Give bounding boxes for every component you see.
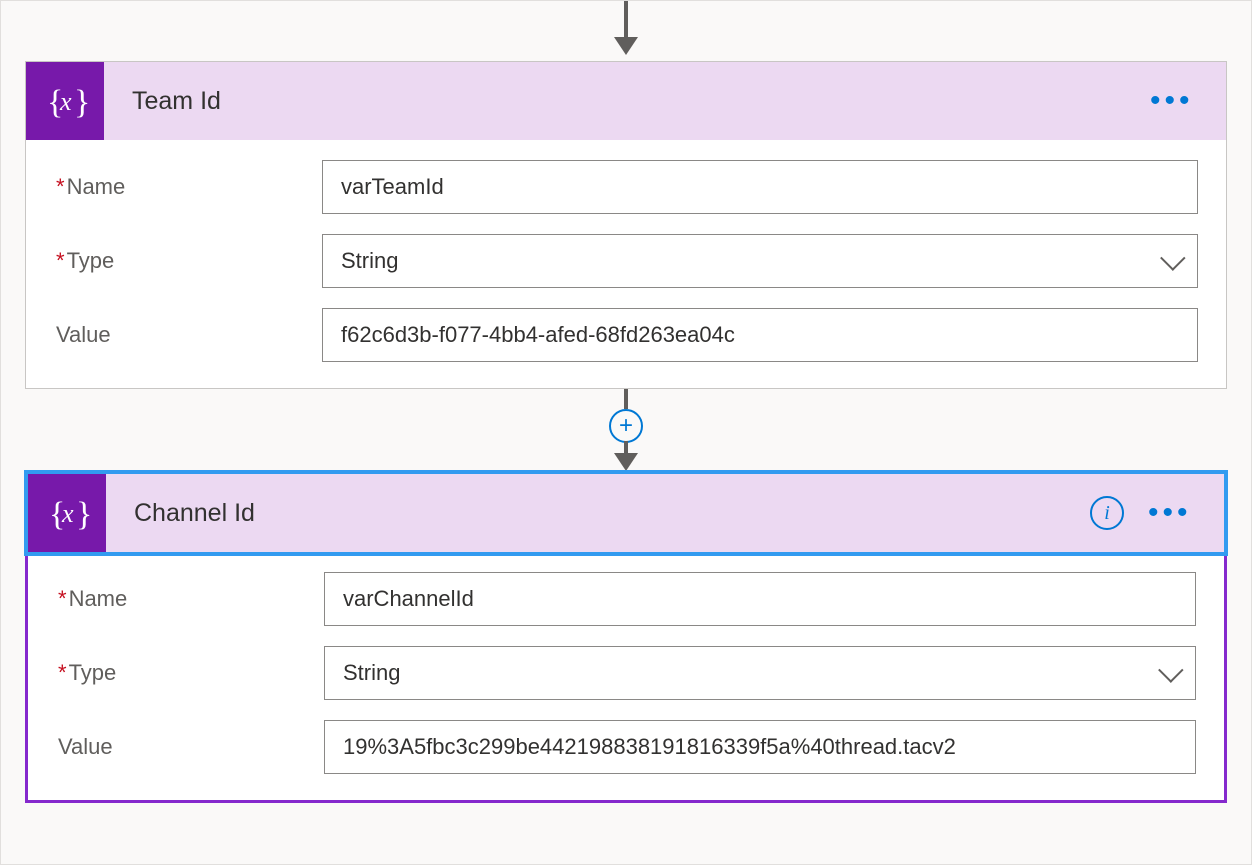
svg-text:x: x — [59, 87, 72, 116]
field-row-value: Value f62c6d3b-f077-4bb4-afed-68fd263ea0… — [54, 308, 1198, 362]
name-input[interactable]: varChannelId — [324, 572, 1196, 626]
field-row-value: Value 19%3A5fbc3c299be442198838191816339… — [56, 720, 1196, 774]
add-step-button[interactable]: + — [609, 409, 643, 443]
variable-icon: { x } — [28, 474, 106, 552]
action-card-channel-id[interactable]: { x } Channel Id i ••• *Name varChannelI… — [25, 471, 1227, 803]
variable-icon: { x } — [26, 62, 104, 140]
card-title: Team Id — [132, 87, 1150, 116]
field-label: *Type — [54, 248, 322, 274]
field-label: *Name — [54, 174, 322, 200]
action-card-team-id[interactable]: { x } Team Id ••• *Name varTeamId *Type … — [25, 61, 1227, 389]
field-row-type: *Type String — [56, 646, 1196, 700]
arrow-down-icon — [614, 453, 638, 471]
chevron-down-icon — [1160, 245, 1185, 270]
type-select[interactable]: String — [324, 646, 1196, 700]
card-body: *Name varTeamId *Type String Value f62c6… — [26, 140, 1226, 388]
type-select[interactable]: String — [322, 234, 1198, 288]
card-body: *Name varChannelId *Type String Value 19… — [28, 552, 1224, 800]
value-input[interactable]: f62c6d3b-f077-4bb4-afed-68fd263ea04c — [322, 308, 1198, 362]
arrow-down-icon — [614, 37, 638, 55]
info-icon[interactable]: i — [1090, 496, 1124, 530]
name-input[interactable]: varTeamId — [322, 160, 1198, 214]
value-input[interactable]: 19%3A5fbc3c299be442198838191816339f5a%40… — [324, 720, 1196, 774]
svg-text:}: } — [76, 496, 91, 533]
card-title: Channel Id — [134, 499, 1090, 528]
field-row-name: *Name varTeamId — [54, 160, 1198, 214]
field-label: Value — [54, 322, 322, 348]
more-menu-button[interactable]: ••• — [1148, 508, 1188, 518]
chevron-down-icon — [1158, 657, 1183, 682]
field-row-name: *Name varChannelId — [56, 572, 1196, 626]
connector: + — [1, 389, 1251, 471]
card-header[interactable]: { x } Team Id ••• — [26, 62, 1226, 140]
svg-text:x: x — [61, 499, 74, 528]
field-label: *Name — [56, 586, 324, 612]
field-label: Value — [56, 734, 324, 760]
more-menu-button[interactable]: ••• — [1150, 96, 1190, 106]
card-header[interactable]: { x } Channel Id i ••• — [28, 474, 1224, 552]
field-row-type: *Type String — [54, 234, 1198, 288]
svg-text:}: } — [74, 84, 89, 121]
flow-canvas: { x } Team Id ••• *Name varTeamId *Type … — [0, 0, 1252, 865]
field-label: *Type — [56, 660, 324, 686]
connector-arrow-top — [1, 1, 1251, 61]
